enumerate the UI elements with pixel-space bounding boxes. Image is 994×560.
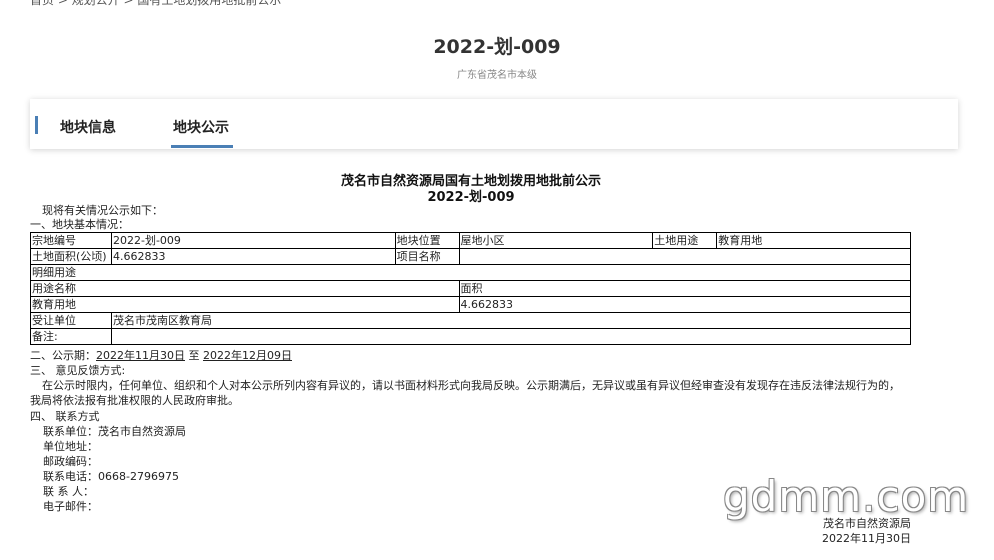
period-start-date: 2022年11月30日 xyxy=(96,349,185,362)
table-row: 用途名称 面积 xyxy=(30,280,912,297)
section-2-heading: 二、公示期： xyxy=(30,349,96,362)
signature-org: 茂名市自然资源局 xyxy=(823,517,911,530)
table-cell xyxy=(110,328,912,345)
contact-person: 联 系 人： xyxy=(43,485,94,498)
section-1-heading: 一、地块基本情况： xyxy=(30,218,129,231)
table-cell: 4.662833 xyxy=(458,296,912,313)
contact-unit: 联系单位：茂名市自然资源局 xyxy=(43,425,186,438)
table-cell: 面积 xyxy=(458,280,912,297)
table-row: 备注: xyxy=(30,328,912,345)
contact-phone: 联系电话：0668-2796975 xyxy=(43,470,179,483)
table-row: 土地面积(公顷) 4.662833 项目名称 xyxy=(30,248,912,265)
table-row: 明细用途 xyxy=(30,264,911,281)
table-row: 宗地编号 2022-划-009 地块位置 屋地小区 土地用途 教育用地 xyxy=(30,232,911,249)
breadcrumb: 首页 > 规划公开 > 国有土地划拨用地批前公示 xyxy=(30,0,282,7)
notice-intro: 现将有关情况公示如下： xyxy=(42,204,163,217)
page-subtitle: 广东省茂名市本级 xyxy=(457,70,537,81)
table-cell xyxy=(458,248,912,265)
table-cell: 茂名市茂南区教育局 xyxy=(110,312,912,329)
contact-email: 电子邮件： xyxy=(43,500,98,513)
active-tab-indicator xyxy=(171,145,233,148)
table-row: 教育用地 4.662833 xyxy=(30,296,912,313)
table-cell: 4.662833 xyxy=(110,248,396,265)
table-cell: 屋地小区 xyxy=(458,232,654,249)
site-watermark: gdmm.com xyxy=(723,472,970,521)
table-cell: 土地面积(公顷) xyxy=(30,248,112,265)
table-cell: 明细用途 xyxy=(30,264,911,281)
feedback-paragraph: 在公示时限内，任何单位、组织和个人对本公示所列内容有异议的，请以书面材料形式向我… xyxy=(30,379,900,407)
page-title: 2022-划-009 xyxy=(433,36,561,58)
tab-parcel-notice[interactable]: 地块公示 xyxy=(173,117,229,137)
parcel-info-table: 宗地编号 2022-划-009 地块位置 屋地小区 土地用途 教育用地 土地面积… xyxy=(30,232,912,345)
section-4-heading: 四、 联系方式 xyxy=(30,410,100,423)
contact-address: 单位地址： xyxy=(43,440,98,453)
section-2-period: 二、公示期：2022年11月30日 至 2022年12月09日 xyxy=(30,348,292,363)
table-cell: 用途名称 xyxy=(30,280,460,297)
tab-parcel-info[interactable]: 地块信息 xyxy=(60,117,116,137)
contact-postcode: 邮政编码： xyxy=(43,455,98,468)
period-separator: 至 xyxy=(185,349,203,362)
table-cell: 土地用途 xyxy=(652,232,718,249)
table-row: 受让单位 茂名市茂南区教育局 xyxy=(30,312,912,329)
table-cell: 教育用地 xyxy=(716,232,911,249)
table-cell: 受让单位 xyxy=(30,312,112,329)
table-cell: 教育用地 xyxy=(30,296,460,313)
period-end-date: 2022年12月09日 xyxy=(203,349,292,362)
signature-date: 2022年11月30日 xyxy=(822,532,911,545)
table-cell: 地块位置 xyxy=(394,232,460,249)
table-cell: 2022-划-009 xyxy=(110,232,396,249)
section-3-heading: 三、 意见反馈方式: xyxy=(30,364,126,377)
table-cell: 项目名称 xyxy=(394,248,460,265)
tab-bar: 地块信息 地块公示 xyxy=(30,99,958,149)
table-cell: 备注: xyxy=(30,328,112,345)
tab-marker xyxy=(35,116,38,134)
table-cell: 宗地编号 xyxy=(30,232,112,249)
